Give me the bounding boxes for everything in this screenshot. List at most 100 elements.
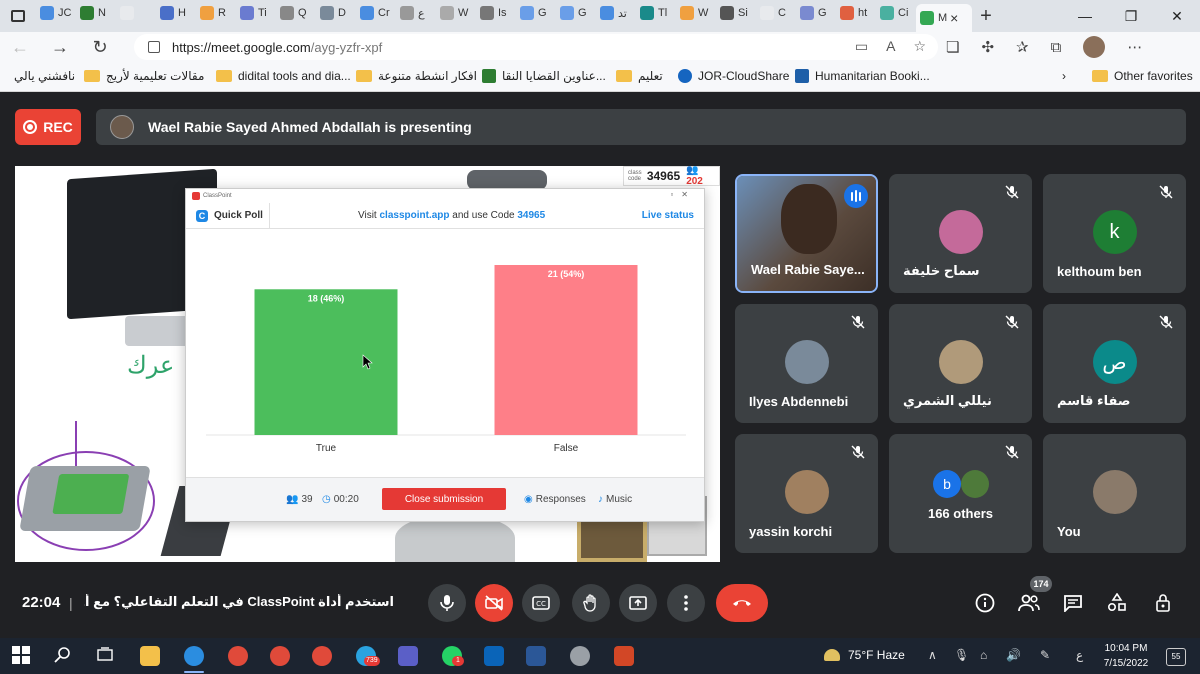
tray-network-icon[interactable]: ⌂ bbox=[980, 648, 987, 662]
bookmark-link[interactable]: Humanitarian Booki... bbox=[795, 69, 930, 83]
tray-overflow-chevron[interactable]: ∧ bbox=[928, 648, 937, 662]
meeting-details-button[interactable] bbox=[974, 592, 996, 614]
leave-call-button[interactable] bbox=[716, 584, 768, 622]
bookmark-link[interactable]: JOR-CloudShare bbox=[678, 69, 789, 83]
chrome-profile-icon[interactable] bbox=[270, 646, 290, 666]
weather-widget[interactable]: 75°F Haze bbox=[824, 648, 905, 662]
responses-toggle[interactable]: ◉ Responses bbox=[524, 494, 586, 505]
windows-start-icon[interactable] bbox=[12, 646, 32, 666]
browser-tab[interactable]: JC bbox=[36, 0, 76, 26]
raise-hand-button[interactable] bbox=[572, 584, 610, 622]
favorite-star-icon[interactable]: ☆ bbox=[913, 38, 926, 55]
tray-pen-icon[interactable]: ✎ bbox=[1040, 648, 1050, 662]
browser-tab[interactable]: G bbox=[556, 0, 596, 26]
collections-icon[interactable]: ❏ bbox=[946, 38, 959, 56]
task-view-icon[interactable] bbox=[96, 646, 116, 666]
participant-tile[interactable]: b 166 others bbox=[889, 434, 1032, 553]
tab-close-icon[interactable]: × bbox=[950, 10, 958, 26]
paint-icon[interactable] bbox=[570, 646, 590, 666]
captions-button[interactable]: CC bbox=[522, 584, 560, 622]
more-options-button[interactable] bbox=[667, 584, 705, 622]
profile-avatar[interactable] bbox=[1083, 36, 1106, 58]
browser-tab[interactable]: C bbox=[756, 0, 796, 26]
browser-tab[interactable]: D bbox=[316, 0, 356, 26]
bookmark-folder[interactable]: افكار انشطة متنوعة bbox=[356, 69, 477, 83]
forward-button[interactable]: → bbox=[40, 37, 80, 58]
chrome-profile-2-icon[interactable] bbox=[312, 646, 332, 666]
settings-more-icon[interactable]: ⋯ bbox=[1127, 38, 1142, 56]
browser-tab[interactable]: W bbox=[436, 0, 476, 26]
tab-actions-menu[interactable] bbox=[0, 0, 36, 32]
minimize-button[interactable]: — bbox=[1062, 8, 1108, 25]
address-bar[interactable]: https://meet.google.com/ayg-yzfr-xpf ▭ A… bbox=[134, 34, 938, 60]
teams-icon[interactable] bbox=[398, 646, 418, 666]
tray-language[interactable]: ع bbox=[1076, 648, 1083, 662]
browser-tab[interactable]: ع bbox=[396, 0, 436, 26]
browser-tab[interactable]: Cr bbox=[356, 0, 396, 26]
participant-tile[interactable]: نيللي الشمري bbox=[889, 304, 1032, 423]
participant-tile[interactable]: سماح خليفة bbox=[889, 174, 1032, 293]
file-explorer-icon[interactable] bbox=[140, 646, 160, 666]
tray-volume-icon[interactable]: 🔊 bbox=[1006, 648, 1021, 662]
participant-tile[interactable]: k kelthoum ben bbox=[1043, 174, 1186, 293]
browser-tab[interactable]: ht bbox=[836, 0, 876, 26]
taskbar-clock[interactable]: 10:04 PM 7/15/2022 bbox=[1100, 641, 1152, 671]
browser-tab[interactable]: Is bbox=[476, 0, 516, 26]
word-icon[interactable] bbox=[526, 646, 546, 666]
camera-off-button[interactable] bbox=[475, 584, 513, 622]
camera-icon[interactable]: ▭ bbox=[855, 38, 868, 55]
bookmark-folder[interactable]: didital tools and dia... bbox=[216, 69, 351, 83]
participant-tile[interactable]: Ilyes Abdennebi bbox=[735, 304, 878, 423]
host-controls-button[interactable] bbox=[1152, 592, 1174, 614]
browser-tab[interactable]: H bbox=[156, 0, 196, 26]
bookmark-folder[interactable]: Other favorites bbox=[1092, 69, 1193, 83]
microphone-button[interactable] bbox=[428, 584, 466, 622]
edge-icon[interactable] bbox=[184, 646, 204, 666]
outlook-icon[interactable] bbox=[484, 646, 504, 666]
bookmark-link[interactable]: عناوين القضايا النقا... bbox=[482, 69, 606, 83]
chat-button[interactable] bbox=[1062, 592, 1084, 614]
chrome-icon[interactable] bbox=[228, 646, 248, 666]
browser-tab[interactable]: G bbox=[516, 0, 556, 26]
close-window-button[interactable]: ✕ bbox=[1154, 8, 1200, 25]
powerpoint-icon[interactable] bbox=[614, 646, 634, 666]
browser-tab[interactable]: تد bbox=[596, 0, 636, 26]
participant-tile[interactable]: ص صفاء قاسم bbox=[1043, 304, 1186, 423]
back-button[interactable]: ← bbox=[0, 37, 40, 58]
maximize-button[interactable]: ❐ bbox=[1108, 8, 1154, 25]
browser-tab[interactable]: Ci bbox=[876, 0, 916, 26]
classpoint-window-controls[interactable]: ▫✕ bbox=[670, 190, 696, 199]
taskbar-search-icon[interactable] bbox=[54, 646, 74, 666]
browser-tab[interactable]: Si bbox=[716, 0, 756, 26]
bookmark-folder[interactable]: نافشني يالي bbox=[14, 69, 75, 83]
favorites-icon[interactable]: ✰ bbox=[1016, 38, 1029, 56]
refresh-button[interactable]: ↻ bbox=[80, 37, 120, 58]
present-now-button[interactable] bbox=[619, 584, 657, 622]
browser-tab[interactable]: R bbox=[196, 0, 236, 26]
notification-center-badge[interactable]: 55 bbox=[1166, 648, 1186, 666]
browser-tab[interactable]: M × bbox=[916, 4, 972, 32]
bookmark-folder[interactable]: مقالات تعليمية لأريج bbox=[84, 69, 204, 83]
tab-collections-icon[interactable]: ⧉ bbox=[1051, 39, 1062, 56]
activities-button[interactable] bbox=[1106, 592, 1128, 614]
participant-tile[interactable]: yassin korchi bbox=[735, 434, 878, 553]
browser-tab[interactable] bbox=[116, 0, 156, 26]
people-button[interactable] bbox=[1018, 592, 1040, 614]
browser-tab[interactable]: Ti bbox=[236, 0, 276, 26]
close-submission-button[interactable]: Close submission bbox=[382, 488, 506, 510]
extensions-icon[interactable]: ✣ bbox=[981, 38, 994, 56]
bookmark-folder[interactable]: تعليم bbox=[616, 69, 663, 83]
browser-tab[interactable]: Q bbox=[276, 0, 316, 26]
participant-tile[interactable]: You bbox=[1043, 434, 1186, 553]
read-aloud-icon[interactable]: A bbox=[886, 38, 895, 55]
music-toggle[interactable]: ♪ Music bbox=[598, 494, 632, 505]
participant-tile[interactable]: Wael Rabie Saye... bbox=[735, 174, 878, 293]
live-status-link[interactable]: Live status bbox=[642, 210, 694, 221]
classpoint-site-link[interactable]: classpoint.app bbox=[380, 210, 450, 221]
new-tab-button[interactable]: + bbox=[972, 5, 1000, 28]
tray-mic-icon[interactable]: 🎙 bbox=[954, 648, 969, 662]
browser-tab[interactable]: G bbox=[796, 0, 836, 26]
browser-tab[interactable]: W bbox=[676, 0, 716, 26]
browser-tab[interactable]: Tl bbox=[636, 0, 676, 26]
browser-tab[interactable]: N bbox=[76, 0, 116, 26]
